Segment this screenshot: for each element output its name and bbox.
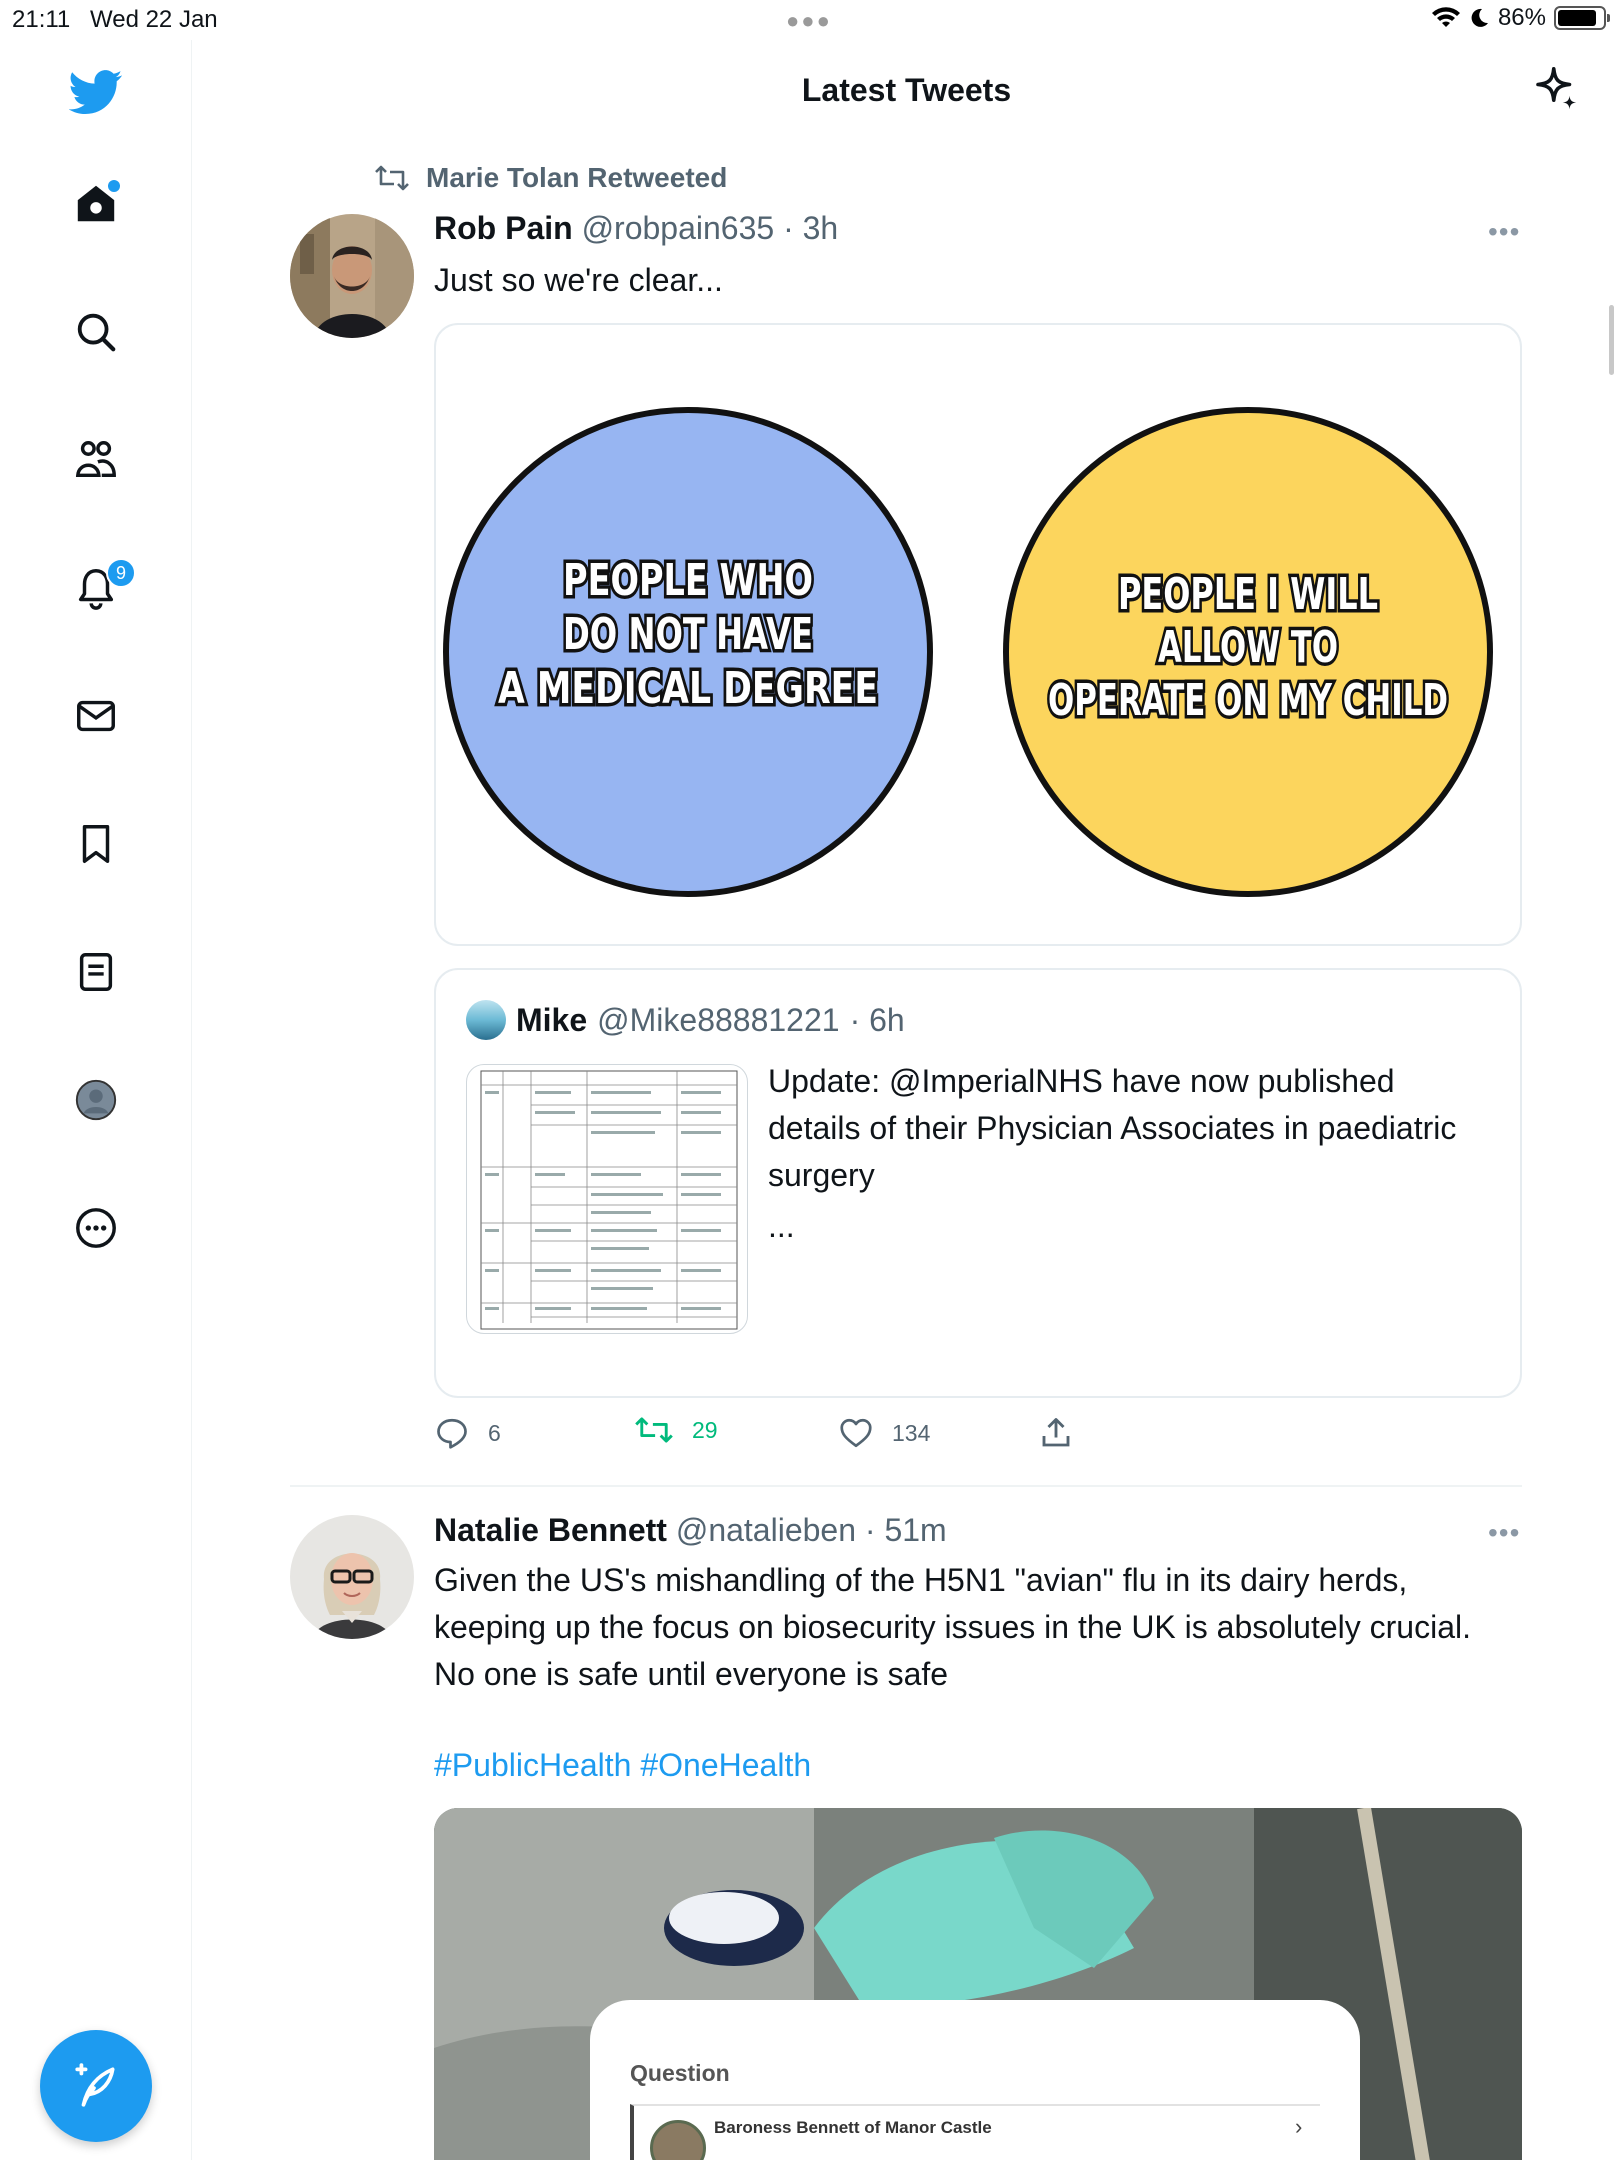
quoted-author-handle: @Mike88881221 bbox=[597, 1001, 840, 1038]
author-handle[interactable]: @robpain635 bbox=[582, 210, 775, 246]
more-options-icon[interactable]: ••• bbox=[1488, 216, 1520, 248]
nav-bookmarks[interactable] bbox=[66, 814, 126, 874]
status-bar: 21:11 Wed 22 Jan ●●● 86% bbox=[0, 0, 1620, 40]
retweet-icon bbox=[375, 165, 409, 191]
nav-search[interactable] bbox=[66, 302, 126, 362]
twitter-logo-icon[interactable] bbox=[66, 62, 126, 122]
communities-icon bbox=[75, 441, 116, 478]
profile-icon bbox=[75, 1079, 117, 1121]
compose-tweet-button[interactable] bbox=[40, 2030, 152, 2142]
nav-profile[interactable] bbox=[66, 1070, 126, 1130]
timeline-header: Latest Tweets bbox=[193, 40, 1620, 145]
tweet-header: Natalie Bennett @natalieben · 51m bbox=[434, 1512, 947, 1549]
right-circle-line-2: ALLOW TO bbox=[1158, 622, 1338, 673]
left-circle-line-3: A MEDICAL DEGREE bbox=[498, 663, 878, 714]
nav-more[interactable] bbox=[66, 1198, 126, 1258]
more-options-icon[interactable]: ••• bbox=[1488, 1517, 1520, 1549]
wifi-icon bbox=[1431, 7, 1460, 27]
retweet-icon bbox=[635, 1417, 673, 1443]
mail-icon bbox=[77, 700, 115, 732]
more-circle-icon bbox=[76, 1208, 116, 1248]
tweet-header: Rob Pain @robpain635 · 3h bbox=[434, 210, 838, 247]
compose-feather-icon bbox=[75, 2063, 115, 2107]
left-circle-line-2: DO NOT HAVE bbox=[563, 609, 813, 660]
notifications-badge: 9 bbox=[106, 558, 136, 588]
author-name[interactable]: Natalie Bennett bbox=[434, 1512, 667, 1548]
chevron-right-icon: › bbox=[1295, 2114, 1303, 2139]
quoted-tweet[interactable]: Mike @Mike88881221 · 6h Update: @Imperia… bbox=[434, 968, 1522, 1398]
like-count: 134 bbox=[892, 1419, 931, 1446]
retweeted-by-label: Marie Tolan Retweeted bbox=[426, 162, 728, 193]
battery-percent: 86% bbox=[1497, 4, 1546, 31]
retweet-context: Marie Tolan Retweeted bbox=[372, 162, 727, 194]
quoted-text-ellipsis: ... bbox=[768, 1208, 795, 1244]
right-circle-line-1: PEOPLE I WILL bbox=[1118, 569, 1378, 620]
nav-home[interactable] bbox=[66, 174, 126, 234]
question-label: Question bbox=[630, 2060, 730, 2086]
nav-notifications[interactable]: 9 bbox=[66, 558, 136, 618]
speaker-name: Baroness Bennett of Manor Castle bbox=[714, 2118, 992, 2137]
reply-button[interactable]: 6 bbox=[434, 1415, 501, 1451]
share-icon bbox=[1042, 1418, 1070, 1447]
tweet-text: Given the US's mishandling of the H5N1 "… bbox=[434, 1562, 1471, 1692]
right-circle-line-3: OPERATE ON MY CHILD bbox=[1048, 675, 1448, 726]
reply-icon bbox=[437, 1418, 467, 1449]
quoted-tweet-text: Update: @ImperialNHS have now published … bbox=[768, 1058, 1488, 1250]
moon-icon bbox=[1471, 8, 1488, 27]
quoted-tweet-time: · 6h bbox=[849, 1001, 905, 1038]
quoted-author-name: Mike bbox=[516, 1001, 588, 1038]
search-icon bbox=[77, 313, 116, 352]
author-name[interactable]: Rob Pain bbox=[434, 210, 573, 246]
retweet-button[interactable]: 29 bbox=[634, 1415, 718, 1445]
sidebar: 9 bbox=[0, 40, 192, 2160]
tweet-text: Just so we're clear... bbox=[434, 262, 723, 298]
nav-lists[interactable] bbox=[66, 942, 126, 1002]
multitasking-dots-icon[interactable]: ●●● bbox=[786, 8, 832, 34]
battery-icon bbox=[1554, 6, 1610, 30]
scrollbar[interactable] bbox=[1609, 305, 1614, 375]
page-title: Latest Tweets bbox=[801, 72, 1012, 108]
quoted-tweet-header: Mike @Mike88881221 · 6h bbox=[466, 1000, 905, 1040]
bookmark-icon bbox=[82, 825, 110, 863]
status-time: 21:11 bbox=[12, 6, 71, 33]
sparkle-icon[interactable] bbox=[1529, 62, 1583, 116]
lists-icon bbox=[79, 953, 113, 991]
home-notification-dot bbox=[108, 180, 120, 192]
author-handle[interactable]: @natalieben bbox=[676, 1512, 856, 1548]
nav-messages[interactable] bbox=[66, 686, 126, 746]
tweet-actions: 6 29 134 bbox=[434, 1415, 1114, 1459]
share-button[interactable] bbox=[1038, 1415, 1074, 1451]
status-indicators: 86% bbox=[1431, 4, 1610, 32]
quoted-tweet-image[interactable] bbox=[466, 1064, 748, 1334]
retweet-count: 29 bbox=[692, 1416, 718, 1443]
tweet-image[interactable]: PEOPLE WHO DO NOT HAVE A MEDICAL DEGREE … bbox=[434, 323, 1522, 946]
avatar[interactable] bbox=[290, 214, 414, 338]
question-card: Question Baroness Bennett of Manor Castl… bbox=[590, 2000, 1360, 2160]
quoted-avatar bbox=[466, 1000, 506, 1040]
reply-count: 6 bbox=[488, 1419, 501, 1446]
status-date: Wed 22 Jan bbox=[90, 6, 218, 33]
avatar[interactable] bbox=[290, 1515, 414, 1639]
tweet-divider bbox=[290, 1485, 1522, 1487]
tweet-time[interactable]: · 3h bbox=[783, 210, 838, 246]
like-button[interactable]: 134 bbox=[838, 1415, 930, 1451]
quoted-text-body: Update: @ImperialNHS have now published … bbox=[768, 1063, 1457, 1193]
tweet-time[interactable]: · 51m bbox=[865, 1512, 947, 1548]
heart-icon bbox=[840, 1418, 872, 1448]
left-circle-line-1: PEOPLE WHO bbox=[563, 555, 813, 606]
tweet-image[interactable]: Question Baroness Bennett of Manor Castl… bbox=[434, 1808, 1522, 2160]
nav-communities[interactable] bbox=[66, 430, 126, 490]
hashtags[interactable]: #PublicHealth #OneHealth bbox=[434, 1742, 1514, 1789]
